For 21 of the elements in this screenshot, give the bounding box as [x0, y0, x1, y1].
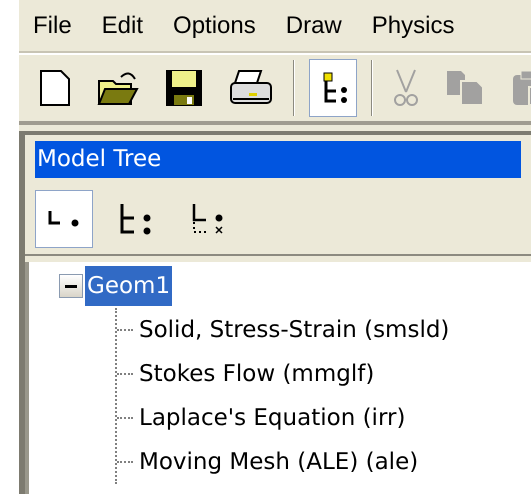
tree-item[interactable]: Solid, Stress-Strain (smsld)	[137, 310, 452, 350]
flat-list-icon	[48, 209, 80, 229]
scissors-icon	[393, 68, 419, 108]
printer-icon	[229, 69, 273, 107]
tree-item[interactable]: Laplace's Equation (irr)	[137, 398, 408, 438]
tree-item[interactable]: Moving Mesh (ALE) (ale)	[137, 442, 420, 482]
new-document-icon	[39, 70, 71, 106]
menu-item[interactable]: Physics	[372, 8, 454, 44]
tree-item[interactable]: Geom1	[85, 266, 172, 306]
collapse-button[interactable]	[59, 274, 83, 298]
menu-item[interactable]: Draw	[286, 8, 342, 44]
panel-title-bar: Model Tree	[35, 141, 521, 178]
menu-item[interactable]: File	[33, 8, 72, 44]
menu-item[interactable]: Options	[173, 8, 256, 44]
menu-item[interactable]: Edit	[102, 8, 144, 44]
tree-item[interactable]: Stokes Flow (mmglf)	[137, 354, 376, 394]
tree-list-icon	[119, 202, 153, 236]
toolbar-button[interactable]	[309, 59, 357, 117]
view-toggle-button[interactable]	[35, 190, 93, 248]
copy-icon	[445, 69, 485, 107]
detail-tree-icon	[191, 202, 225, 236]
